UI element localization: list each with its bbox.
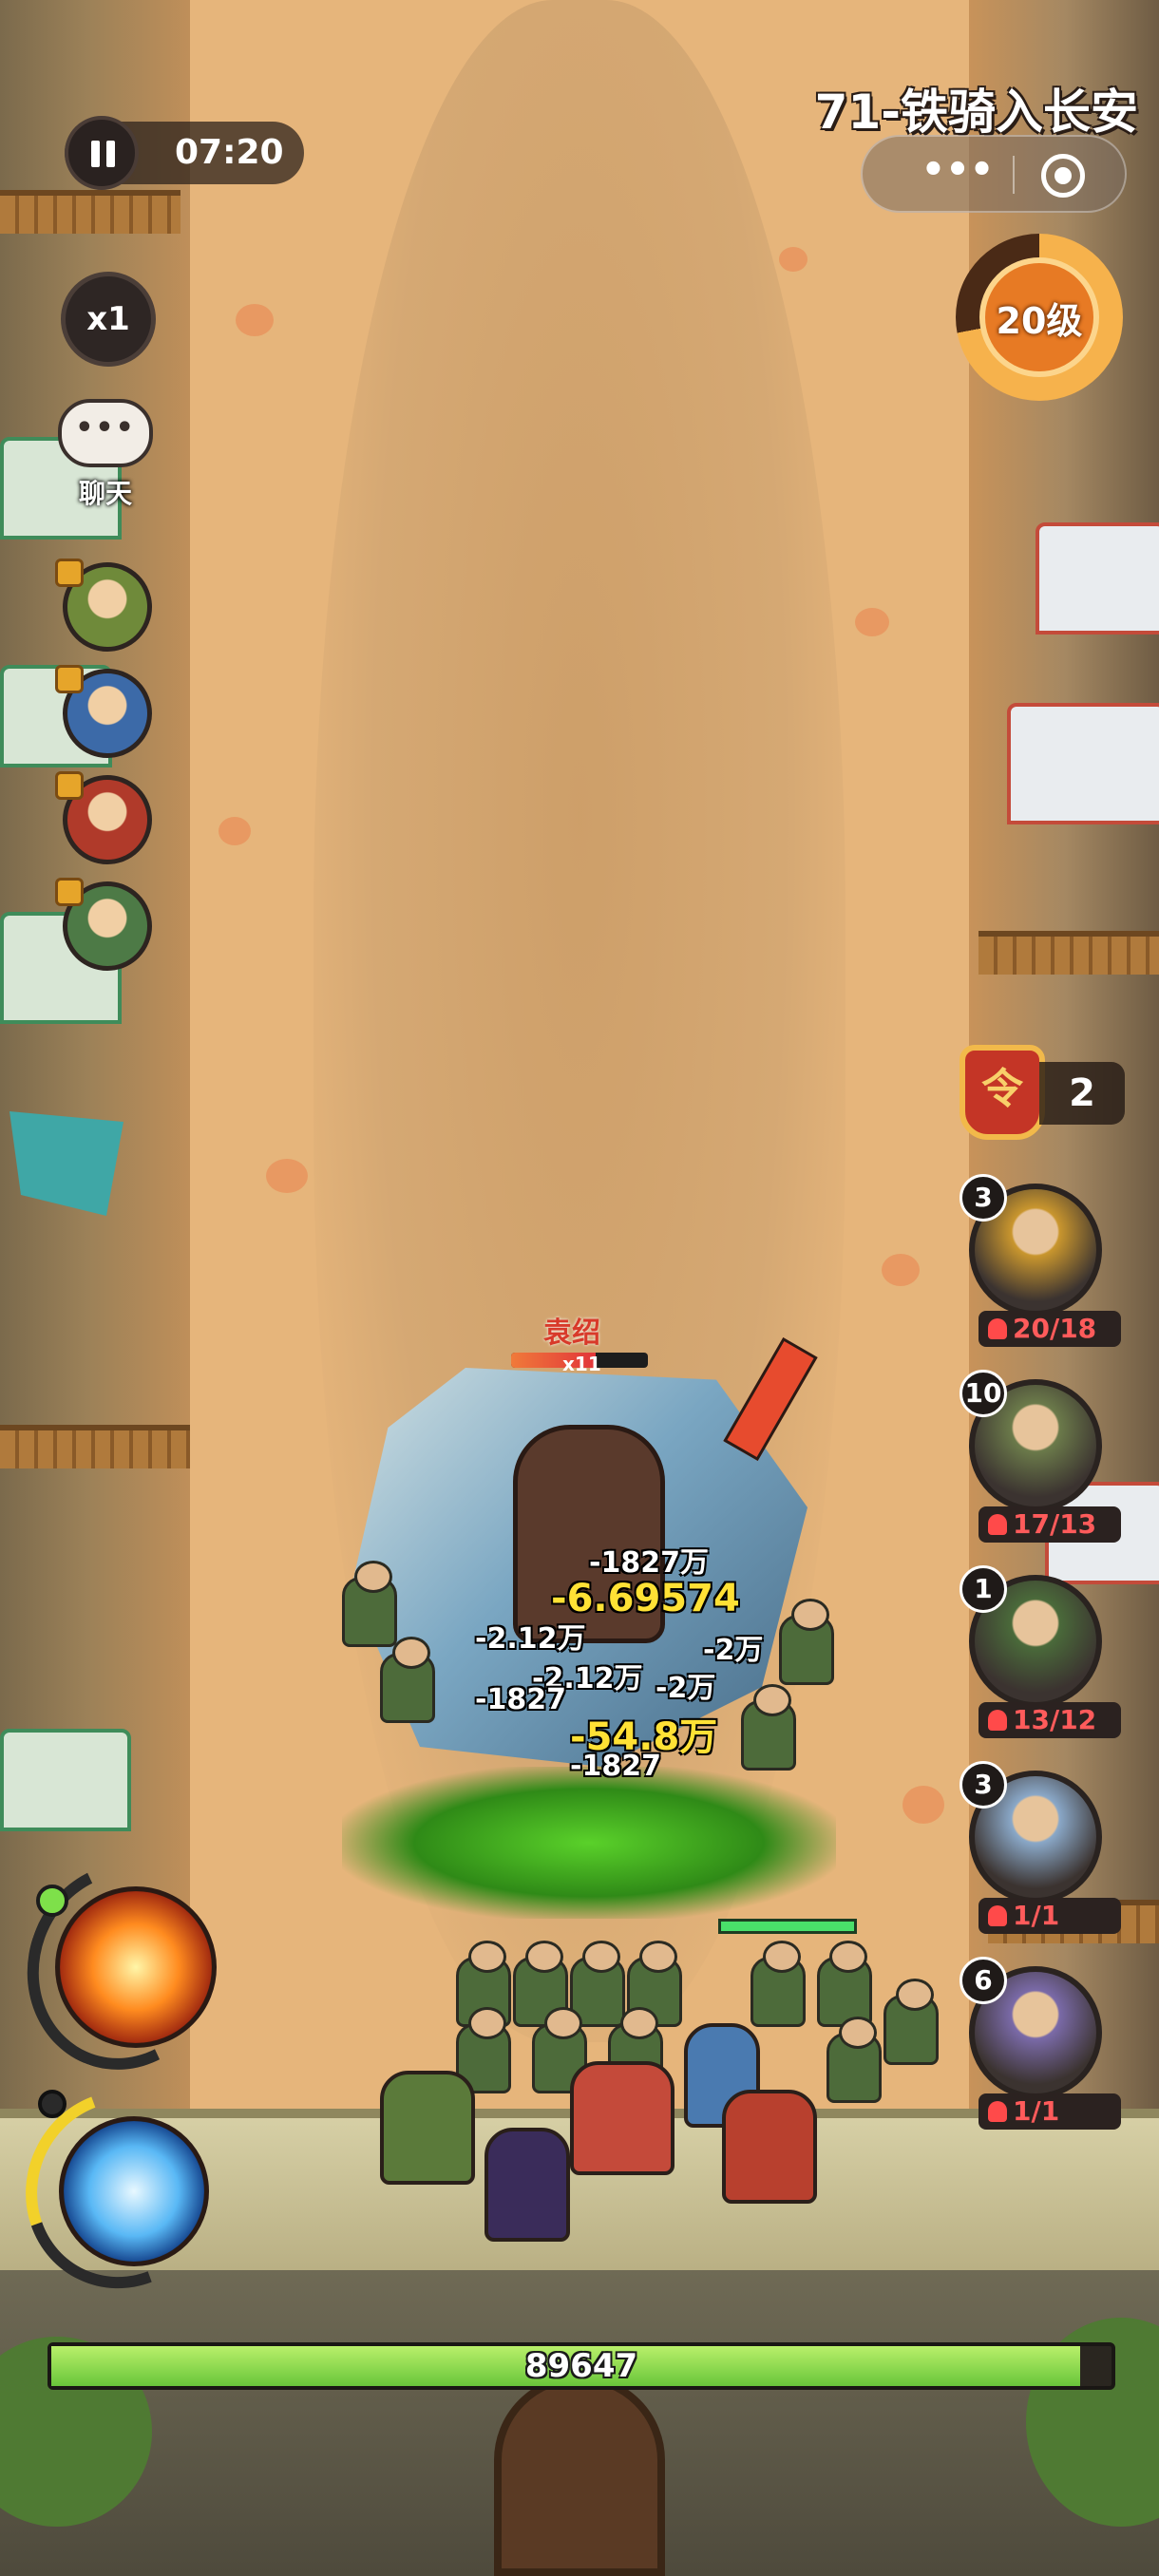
unit-card[interactable]: 3 20/18 xyxy=(960,1174,1121,1347)
command-token-icon: 令 xyxy=(960,1045,1045,1140)
skill-ready-dot xyxy=(36,1885,68,1917)
hero-avatar-button[interactable] xyxy=(55,559,160,657)
unit-level-badge: 6 xyxy=(960,1957,1007,2004)
road-spot xyxy=(218,817,251,845)
base-hp-bar: 89647 xyxy=(48,2342,1115,2390)
boss-name: 袁绍 xyxy=(543,1316,600,1350)
timer-pill: 07:20 xyxy=(65,116,304,190)
unit-card[interactable]: 6 1/1 xyxy=(960,1957,1121,2130)
command-token-count: 2 xyxy=(1039,1062,1125,1125)
poison-cloud xyxy=(342,1767,836,1919)
squad-hp-bar xyxy=(718,1919,857,1934)
player-hero-general xyxy=(722,2090,817,2204)
boss-hp-multiplier: x11 xyxy=(562,1353,601,1375)
damage-number: -2.12万 xyxy=(475,1622,586,1656)
stage-title: 71-铁骑入长安 xyxy=(814,85,1138,140)
gift-icon xyxy=(55,878,84,906)
close-icon[interactable] xyxy=(1041,154,1085,198)
hero-avatar-button[interactable] xyxy=(55,665,160,764)
road-spot xyxy=(882,1254,920,1286)
chat-button[interactable]: ••• 聊天 xyxy=(53,399,158,532)
miniprogram-capsule: ••• xyxy=(861,135,1127,213)
road-spot xyxy=(779,247,808,272)
unit-count: 17/13 xyxy=(978,1506,1121,1543)
player-hero-mage xyxy=(484,2128,570,2242)
road-spot xyxy=(902,1786,944,1824)
fire-skill-button[interactable] xyxy=(55,1886,217,2048)
unit-card[interactable]: 1 13/12 xyxy=(960,1565,1121,1738)
unit-count: 20/18 xyxy=(978,1311,1121,1347)
chat-dots: ••• xyxy=(75,411,136,445)
base-hp-value: 89647 xyxy=(524,2347,638,2385)
palisade xyxy=(0,190,180,234)
level-progress-ring[interactable]: 20级 xyxy=(956,234,1123,401)
enemy-soldier xyxy=(741,1684,796,1771)
speed-button[interactable]: x1 xyxy=(61,272,156,367)
unit-count: 1/1 xyxy=(978,1898,1121,1934)
unit-card[interactable]: 10 17/13 xyxy=(960,1370,1121,1543)
tent xyxy=(1007,703,1159,824)
damage-number: -2万 xyxy=(656,1672,716,1705)
enemy-soldier xyxy=(779,1599,834,1685)
unit-level-badge: 3 xyxy=(960,1174,1007,1222)
gift-icon xyxy=(55,771,84,800)
chat-bubble-icon: ••• xyxy=(58,399,153,467)
enemy-soldier xyxy=(380,1637,435,1723)
unit-card[interactable]: 3 1/1 xyxy=(960,1761,1121,1934)
damage-number: -1827 xyxy=(570,1750,661,1783)
unit-count: 13/12 xyxy=(978,1702,1121,1738)
battle-timer: 07:20 xyxy=(175,133,284,172)
city-gate xyxy=(494,2375,665,2576)
palisade xyxy=(0,1425,190,1468)
road-spot xyxy=(236,304,274,336)
gift-icon xyxy=(55,665,84,693)
player-hero-archer xyxy=(380,2071,475,2185)
road-spot xyxy=(266,1159,308,1193)
damage-number: -1827万 xyxy=(589,1546,709,1580)
damage-number: -2万 xyxy=(703,1634,764,1667)
player-soldier xyxy=(884,1979,939,2065)
water-skill-button[interactable] xyxy=(59,2116,209,2266)
tent xyxy=(1036,522,1159,635)
tent xyxy=(0,1729,131,1831)
gift-icon xyxy=(55,559,84,587)
road-spot xyxy=(855,608,889,636)
unit-card-list: 3 20/18 10 17/13 1 13/12 3 1/1 6 1/1 xyxy=(960,1174,1130,2130)
palisade xyxy=(978,931,1159,975)
enemy-soldier xyxy=(342,1561,397,1647)
pause-button[interactable] xyxy=(65,116,139,190)
more-icon[interactable]: ••• xyxy=(901,144,1015,203)
chat-label: 聊天 xyxy=(78,478,132,509)
player-hero-warrior xyxy=(570,2061,674,2175)
unit-level-badge: 1 xyxy=(960,1565,1007,1613)
player-soldier xyxy=(750,1941,806,2027)
skill-charge-dot xyxy=(38,2090,66,2118)
unit-level-badge: 10 xyxy=(960,1370,1007,1417)
hero-avatar-button[interactable] xyxy=(55,771,160,870)
capsule-divider xyxy=(1013,156,1015,194)
command-token-panel[interactable]: 令 2 xyxy=(960,1045,1125,1140)
hero-avatar-button[interactable] xyxy=(55,878,160,976)
level-badge: 20级 xyxy=(979,257,1099,377)
hero-list xyxy=(55,559,160,986)
damage-number: -1827 xyxy=(475,1683,566,1716)
unit-level-badge: 3 xyxy=(960,1761,1007,1809)
unit-count: 1/1 xyxy=(978,2093,1121,2130)
player-soldier xyxy=(826,2017,882,2103)
